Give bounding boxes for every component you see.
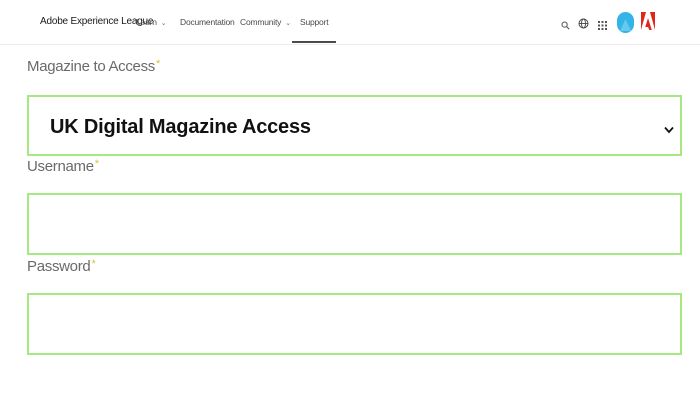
chevron-down-icon: ⌄ bbox=[160, 20, 167, 27]
nav-support-label: Support bbox=[300, 17, 329, 27]
nav-documentation[interactable]: Documentation bbox=[180, 17, 235, 27]
chevron-down-icon bbox=[664, 121, 674, 139]
required-asterisk: * bbox=[94, 158, 99, 170]
apps-grid-icon[interactable] bbox=[598, 17, 607, 35]
globe-icon[interactable] bbox=[578, 16, 589, 34]
nav-documentation-label: Documentation bbox=[180, 17, 235, 27]
nav-community-label: Community bbox=[240, 17, 282, 27]
username-field[interactable] bbox=[29, 195, 680, 253]
password-field-wrapper bbox=[27, 293, 682, 355]
magazine-select[interactable]: UK Digital Magazine Access bbox=[27, 95, 682, 156]
username-label-text: Username bbox=[27, 158, 94, 175]
nav-community[interactable]: Community ⌄ bbox=[240, 17, 291, 27]
magazine-label: Magazine to Access* bbox=[27, 58, 160, 75]
required-asterisk: * bbox=[91, 258, 96, 270]
username-field-wrapper bbox=[27, 193, 682, 255]
magazine-selected-value: UK Digital Magazine Access bbox=[50, 116, 311, 138]
magazine-label-text: Magazine to Access bbox=[27, 58, 156, 75]
nav-learn-label: Learn bbox=[136, 17, 157, 27]
nav-support[interactable]: Support bbox=[291, 17, 337, 43]
password-label: Password* bbox=[27, 258, 96, 275]
nav-learn[interactable]: Learn ⌄ bbox=[136, 17, 167, 27]
required-asterisk: * bbox=[156, 58, 160, 70]
avatar[interactable] bbox=[617, 12, 634, 33]
password-field[interactable] bbox=[29, 295, 680, 353]
adobe-logo-icon[interactable] bbox=[641, 12, 655, 35]
username-label: Username* bbox=[27, 158, 99, 175]
search-icon[interactable] bbox=[561, 17, 570, 35]
password-label-text: Password bbox=[27, 258, 91, 275]
top-navigation-bar: Adobe Experience League Learn ⌄ Documenta… bbox=[0, 0, 700, 45]
chevron-down-icon: ⌄ bbox=[285, 20, 291, 27]
